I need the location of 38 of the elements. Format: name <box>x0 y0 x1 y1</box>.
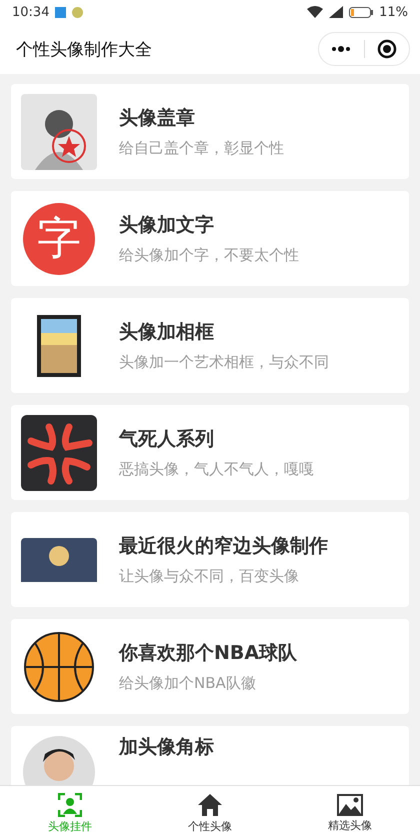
feature-card[interactable]: 头像加相框 头像加一个艺术相框，与众不同 <box>11 298 409 393</box>
feature-card[interactable]: 你喜欢那个NBA球队 给头像加个NBA队徽 <box>11 619 409 714</box>
card-subtitle: 让头像与众不同，百变头像 <box>119 567 300 586</box>
card-title: 头像加文字 <box>119 213 215 238</box>
anger-mark-icon <box>21 414 97 490</box>
card-title: 头像加相框 <box>119 320 215 345</box>
picture-frame-icon <box>37 314 81 376</box>
battery-level: 11% <box>379 4 408 20</box>
notification-icon <box>72 6 84 18</box>
feature-card[interactable]: 最近很火的窄边头像制作 让头像与众不同，百变头像 <box>11 512 409 607</box>
page-title: 个性头像制作大全 <box>16 38 153 60</box>
more-icon[interactable] <box>331 46 352 52</box>
card-subtitle: 给头像加个NBA队徽 <box>119 674 257 693</box>
feature-card[interactable]: 气死人系列 恶搞头像，气人不气人，嘎嘎 <box>11 405 409 500</box>
signal-icon <box>329 6 344 18</box>
status-time: 10:34 <box>12 4 50 20</box>
card-subtitle: 给头像加个字，不要太个性 <box>119 246 299 265</box>
text-avatar-icon: 字 <box>23 202 95 274</box>
feature-card[interactable]: 加头像角标 <box>11 726 409 785</box>
feature-card[interactable]: 头像盖章 给自己盖个章，彰显个性 <box>11 84 409 179</box>
card-title: 你喜欢那个NBA球队 <box>119 641 298 666</box>
card-title: 头像盖章 <box>119 106 196 131</box>
image-icon <box>337 794 363 816</box>
notification-icon <box>55 6 66 18</box>
basketball-icon <box>23 630 95 702</box>
wifi-icon <box>307 6 324 18</box>
card-title: 加头像角标 <box>119 735 214 760</box>
feature-card[interactable]: 字 头像加文字 给头像加个字，不要太个性 <box>11 191 409 286</box>
tab-item[interactable]: 个性头像 <box>140 786 280 840</box>
home-icon <box>197 792 223 816</box>
tab-item[interactable]: 精选头像 <box>280 786 420 840</box>
card-title: 最近很火的窄边头像制作 <box>119 534 328 559</box>
card-subtitle: 恶搞头像，气人不气人，嘎嘎 <box>119 460 314 479</box>
card-title: 气死人系列 <box>119 427 215 452</box>
person-icon <box>58 792 82 816</box>
battery-icon <box>349 6 374 18</box>
card-subtitle: 给自己盖个章，彰显个性 <box>119 139 284 158</box>
card-subtitle: 头像加一个艺术相框，与众不同 <box>119 353 329 372</box>
